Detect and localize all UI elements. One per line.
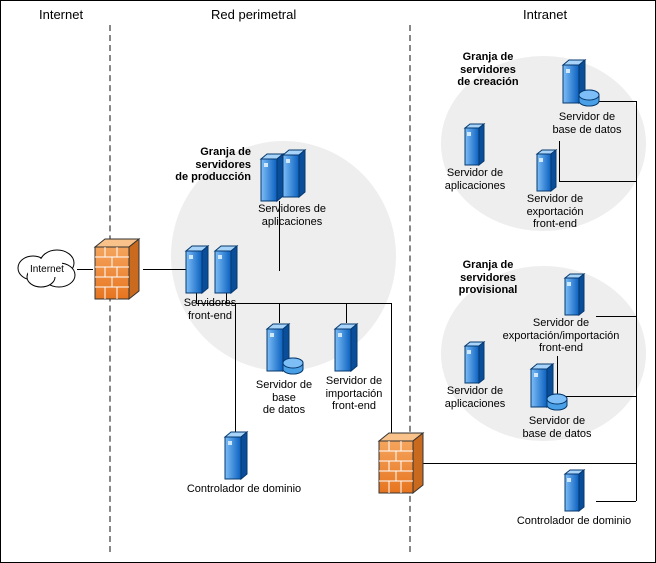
- line: [279, 303, 280, 323]
- creation-export-server: [535, 149, 559, 193]
- prov-expimp-label: Servidor de exportación/importación fron…: [491, 317, 631, 355]
- line: [421, 463, 636, 464]
- line: [559, 181, 636, 182]
- prod-frontend-label: Servidores front-end: [177, 297, 243, 322]
- intranet-dc-label: Controlador de dominio: [509, 515, 639, 528]
- diagram-canvas: Internet Red perimetral Intranet: [0, 0, 656, 563]
- internet-cloud: Internet: [13, 245, 81, 294]
- zone-label-internet: Internet: [39, 7, 83, 22]
- prod-app-server-2: [281, 149, 307, 199]
- prov-db-server: [529, 363, 569, 415]
- prov-expimp-server: [563, 273, 587, 317]
- prov-app-label: Servidor de aplicaciones: [437, 385, 513, 410]
- line: [636, 101, 637, 501]
- creation-db-server: [561, 59, 601, 111]
- prod-app-servers-label: Servidores de aplicaciones: [249, 203, 335, 228]
- zone-label-perimeter: Red perimetral: [211, 7, 296, 22]
- prod-import-label: Servidor de importación front-end: [317, 375, 391, 413]
- prod-db-server: [265, 323, 305, 379]
- firewall-external: [93, 237, 143, 304]
- farm-production-title: Granja de servidores de producción: [151, 146, 251, 184]
- line: [235, 303, 236, 433]
- creation-export-label: Servidor de exportación front-end: [515, 193, 595, 231]
- prod-import-server: [333, 323, 359, 373]
- prod-frontend-2: [213, 245, 239, 295]
- line: [596, 101, 636, 102]
- prod-frontend-1: [184, 245, 210, 295]
- farm-provisional-title: Granja de servidores provisional: [445, 259, 531, 297]
- line: [371, 303, 391, 304]
- perimeter-dc-label: Controlador de dominio: [179, 483, 309, 496]
- cloud-label-text: Internet: [30, 264, 64, 275]
- intranet-domain-controller: [563, 469, 587, 513]
- zone-label-intranet: Intranet: [523, 7, 567, 22]
- creation-db-label: Servidor de base de datos: [543, 111, 631, 136]
- farm-creation-title: Granja de servidores de creación: [445, 51, 531, 89]
- prov-db-label: Servidor de base de datos: [513, 415, 601, 440]
- line: [559, 141, 560, 181]
- creation-app-label: Servidor de aplicaciones: [437, 167, 513, 192]
- firewall-internal: [377, 431, 427, 498]
- prov-app-server: [463, 341, 487, 385]
- prod-db-label: Servidor de base de datos: [249, 379, 319, 417]
- perimeter-domain-controller: [223, 431, 249, 481]
- line: [346, 303, 347, 323]
- creation-app-server: [463, 123, 487, 167]
- line: [596, 501, 636, 502]
